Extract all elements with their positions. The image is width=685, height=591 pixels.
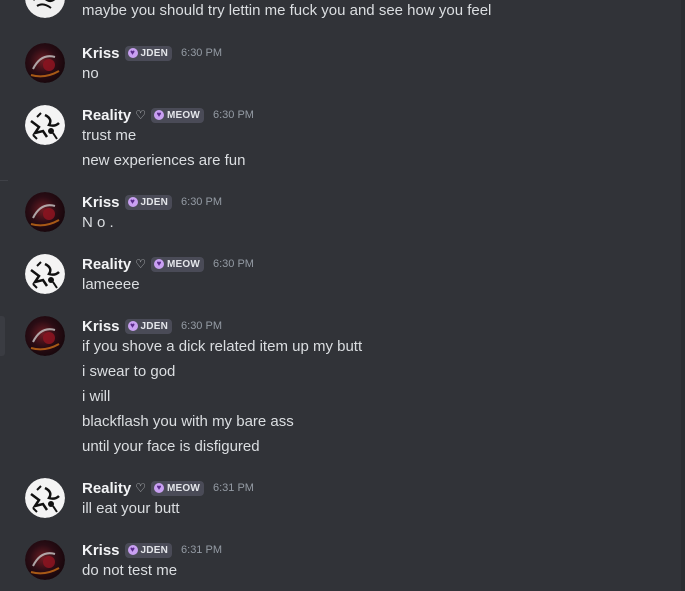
- clan-tag[interactable]: ♥ MEOW: [150, 480, 204, 496]
- clan-tag[interactable]: ♥ JDEN: [124, 318, 173, 334]
- message-header: Kriss ♥ JDEN 6:30 PM: [82, 43, 222, 63]
- avatar[interactable]: [25, 540, 65, 580]
- scroll-indicator: [0, 316, 5, 356]
- timestamp[interactable]: 6:30 PM: [181, 320, 222, 332]
- message-header: Reality ♡ ♥ MEOW 6:30 PM: [82, 254, 254, 274]
- heart-outline-icon: ♡: [135, 108, 146, 122]
- heart-icon: ♥: [127, 545, 138, 555]
- username[interactable]: Kriss: [82, 542, 120, 559]
- heart-icon: ♥: [127, 197, 138, 207]
- heart-icon: ♥: [153, 483, 164, 493]
- avatar[interactable]: [25, 478, 65, 518]
- clan-tag[interactable]: ♥ JDEN: [124, 45, 173, 61]
- username[interactable]: Kriss: [82, 318, 120, 335]
- avatar[interactable]: [25, 254, 65, 294]
- heart-icon: ♥: [127, 48, 138, 58]
- timestamp[interactable]: 6:31 PM: [213, 482, 254, 494]
- message-text: trust me: [82, 127, 137, 144]
- avatar[interactable]: [25, 105, 65, 145]
- message-text: until your face is disfigured: [82, 438, 260, 455]
- message-text: i swear to god: [82, 363, 176, 380]
- message-header: Reality ♡ ♥ MEOW 6:30 PM: [82, 105, 254, 125]
- scrollbar[interactable]: [681, 0, 685, 591]
- clan-tag[interactable]: ♥ MEOW: [150, 256, 204, 272]
- username[interactable]: Reality: [82, 480, 131, 497]
- message-header: Kriss ♥ JDEN 6:31 PM: [82, 540, 222, 560]
- divider: [0, 180, 8, 181]
- clan-tag[interactable]: ♥ JDEN: [124, 194, 173, 210]
- message-text: maybe you should try lettin me fuck you …: [82, 2, 492, 19]
- message-text: i will: [82, 388, 111, 405]
- clan-tag-label: JDEN: [140, 196, 169, 208]
- username[interactable]: Kriss: [82, 194, 120, 211]
- clan-tag-label: JDEN: [140, 320, 169, 332]
- heart-outline-icon: ♡: [135, 481, 146, 495]
- message-text: N o .: [82, 214, 114, 231]
- timestamp[interactable]: 6:30 PM: [213, 109, 254, 121]
- chat-message-list: maybe you should try lettin me fuck you …: [0, 0, 685, 591]
- timestamp[interactable]: 6:31 PM: [181, 544, 222, 556]
- message-text: if you shove a dick related item up my b…: [82, 338, 363, 355]
- message-header: Kriss ♥ JDEN 6:30 PM: [82, 316, 222, 336]
- message-header: Reality ♡ ♥ MEOW 6:31 PM: [82, 478, 254, 498]
- username[interactable]: Kriss: [82, 45, 120, 62]
- message-header: Kriss ♥ JDEN 6:30 PM: [82, 192, 222, 212]
- message-text: new experiences are fun: [82, 152, 246, 169]
- username[interactable]: Reality: [82, 107, 131, 124]
- message-text: no: [82, 65, 99, 82]
- message-text: do not test me: [82, 562, 178, 579]
- heart-icon: ♥: [153, 259, 164, 269]
- heart-outline-icon: ♡: [135, 257, 146, 271]
- heart-icon: ♥: [127, 321, 138, 331]
- timestamp[interactable]: 6:30 PM: [181, 196, 222, 208]
- message-partial: maybe you should try lettin me fuck you …: [0, 0, 685, 20]
- message-text: ill eat your butt: [82, 500, 180, 517]
- clan-tag[interactable]: ♥ JDEN: [124, 542, 173, 558]
- avatar[interactable]: [25, 43, 65, 83]
- avatar[interactable]: [25, 316, 65, 356]
- clan-tag-label: MEOW: [166, 109, 200, 121]
- avatar[interactable]: [25, 0, 65, 18]
- clan-tag-label: MEOW: [166, 482, 200, 494]
- clan-tag[interactable]: ♥ MEOW: [150, 107, 204, 123]
- username[interactable]: Reality: [82, 256, 131, 273]
- timestamp[interactable]: 6:30 PM: [181, 47, 222, 59]
- clan-tag-label: MEOW: [166, 258, 200, 270]
- clan-tag-label: JDEN: [140, 544, 169, 556]
- heart-icon: ♥: [153, 110, 164, 120]
- message-text: blackflash you with my bare ass: [82, 413, 294, 430]
- clan-tag-label: JDEN: [140, 47, 169, 59]
- message-text: lameeee: [82, 276, 140, 293]
- avatar[interactable]: [25, 192, 65, 232]
- timestamp[interactable]: 6:30 PM: [213, 258, 254, 270]
